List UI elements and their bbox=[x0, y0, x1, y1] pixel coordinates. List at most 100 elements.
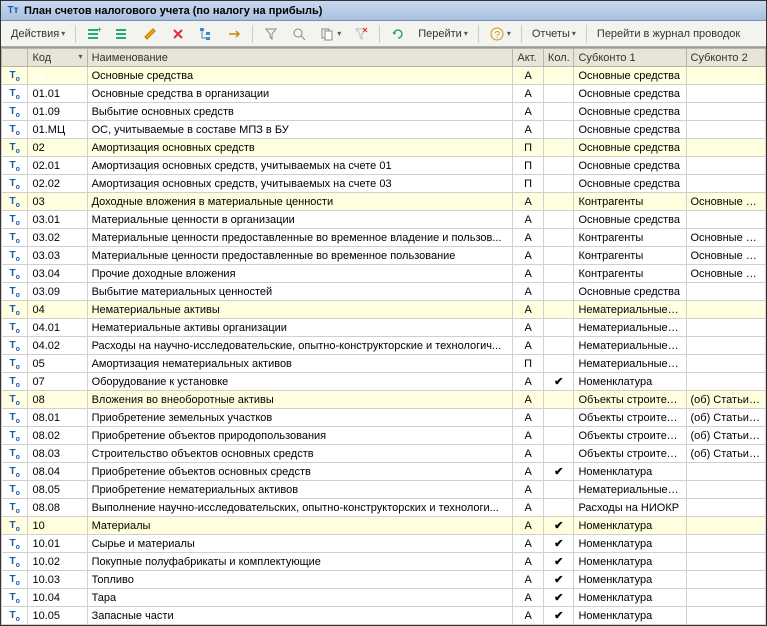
cell-act[interactable]: А bbox=[513, 589, 544, 607]
cell-sub1[interactable]: Номенклатура bbox=[574, 535, 686, 553]
edit-button[interactable] bbox=[137, 24, 163, 44]
cell-act[interactable]: А bbox=[513, 301, 544, 319]
cell-act[interactable]: А bbox=[513, 103, 544, 121]
filter-button[interactable] bbox=[258, 24, 284, 44]
cell-sub1[interactable]: Номенклатура bbox=[574, 373, 686, 391]
cell-sub1[interactable]: Номенклатура bbox=[574, 553, 686, 571]
table-row[interactable]: Tо02.02Амортизация основных средств, учи… bbox=[2, 175, 766, 193]
cell-name[interactable]: Приобретение объектов природопользования bbox=[87, 427, 513, 445]
cell-code[interactable]: 05 bbox=[28, 355, 87, 373]
table-row[interactable]: Tо01.01Основные средства в организацииАО… bbox=[2, 85, 766, 103]
cell-name[interactable]: Амортизация основных средств bbox=[87, 139, 513, 157]
cell-kol[interactable] bbox=[543, 481, 574, 499]
cell-act[interactable]: А bbox=[513, 571, 544, 589]
cell-act[interactable]: П bbox=[513, 175, 544, 193]
cell-sub1[interactable]: Контрагенты bbox=[574, 247, 686, 265]
cell-sub1[interactable]: Номенклатура bbox=[574, 589, 686, 607]
cell-kol[interactable] bbox=[543, 337, 574, 355]
cell-sub2[interactable]: Основные ср... bbox=[686, 229, 766, 247]
cell-code[interactable]: 08 bbox=[28, 391, 87, 409]
cell-kol[interactable] bbox=[543, 319, 574, 337]
table-row[interactable]: Tо03.01Материальные ценности в организац… bbox=[2, 211, 766, 229]
cell-kol[interactable] bbox=[543, 301, 574, 319]
cell-sub2[interactable] bbox=[686, 139, 766, 157]
cell-sub2[interactable] bbox=[686, 481, 766, 499]
cell-sub2[interactable] bbox=[686, 301, 766, 319]
cell-name[interactable]: Тара bbox=[87, 589, 513, 607]
cell-act[interactable]: А bbox=[513, 463, 544, 481]
cell-code[interactable]: 01.09 bbox=[28, 103, 87, 121]
cell-sub2[interactable]: (об) Статьи за... bbox=[686, 445, 766, 463]
help-button[interactable]: ?▾ bbox=[484, 24, 516, 44]
cell-act[interactable]: П bbox=[513, 355, 544, 373]
cell-sub1[interactable]: Основные средства bbox=[574, 283, 686, 301]
cell-code[interactable]: 03.09 bbox=[28, 283, 87, 301]
cell-kol[interactable] bbox=[543, 283, 574, 301]
cell-sub1[interactable]: Основные средства bbox=[574, 211, 686, 229]
cell-kol[interactable] bbox=[543, 193, 574, 211]
cell-act[interactable]: А bbox=[513, 67, 544, 85]
cell-code[interactable]: 02 bbox=[28, 139, 87, 157]
cell-code[interactable]: 10.06 bbox=[28, 625, 87, 626]
cell-sub1[interactable]: Объекты строитель... bbox=[574, 427, 686, 445]
cell-name[interactable]: Приобретение земельных участков bbox=[87, 409, 513, 427]
cell-name[interactable]: Оборудование к установке bbox=[87, 373, 513, 391]
cell-act[interactable]: А bbox=[513, 247, 544, 265]
cell-name[interactable]: Запасные части bbox=[87, 607, 513, 625]
table-row[interactable]: Tо01.09Выбытие основных средствАОсновные… bbox=[2, 103, 766, 121]
cell-kol[interactable] bbox=[543, 265, 574, 283]
cell-kol[interactable]: ✔ bbox=[543, 625, 574, 626]
cell-act[interactable]: А bbox=[513, 625, 544, 626]
cell-kol[interactable]: ✔ bbox=[543, 535, 574, 553]
cell-sub1[interactable]: Номенклатура bbox=[574, 625, 686, 626]
cell-sub2[interactable] bbox=[686, 607, 766, 625]
cell-sub2[interactable] bbox=[686, 157, 766, 175]
cell-name[interactable]: Покупные полуфабрикаты и комплектующие bbox=[87, 553, 513, 571]
cell-kol[interactable] bbox=[543, 211, 574, 229]
table-row[interactable]: Tо03Доходные вложения в материальные цен… bbox=[2, 193, 766, 211]
cell-kol[interactable]: ✔ bbox=[543, 553, 574, 571]
cell-code[interactable]: 01.МЦ bbox=[28, 121, 87, 139]
table-row[interactable]: Tо03.04Прочие доходные вложенияАКонтраге… bbox=[2, 265, 766, 283]
cell-name[interactable]: Выбытие материальных ценностей bbox=[87, 283, 513, 301]
cell-sub1[interactable]: Основные средства bbox=[574, 85, 686, 103]
actions-menu[interactable]: Действия ▾ bbox=[6, 24, 70, 44]
table-row[interactable]: Tо03.09Выбытие материальных ценностейАОс… bbox=[2, 283, 766, 301]
cell-code[interactable]: 04.02 bbox=[28, 337, 87, 355]
cell-name[interactable]: Сырье и материалы bbox=[87, 535, 513, 553]
refresh-button[interactable] bbox=[385, 24, 411, 44]
cell-code[interactable]: 03.02 bbox=[28, 229, 87, 247]
cell-name[interactable]: ОС, учитываемые в составе МПЗ в БУ bbox=[87, 121, 513, 139]
cell-sub1[interactable]: Нематериальные ак... bbox=[574, 481, 686, 499]
cell-act[interactable]: П bbox=[513, 157, 544, 175]
cell-code[interactable]: 04.01 bbox=[28, 319, 87, 337]
cell-sub2[interactable]: (об) Статьи за... bbox=[686, 427, 766, 445]
cell-sub1[interactable]: Номенклатура bbox=[574, 463, 686, 481]
table-row[interactable]: Tо01Основные средстваАОсновные средства bbox=[2, 67, 766, 85]
cell-kol[interactable] bbox=[543, 409, 574, 427]
cell-act[interactable]: А bbox=[513, 85, 544, 103]
cell-sub1[interactable]: Контрагенты bbox=[574, 229, 686, 247]
table-row[interactable]: Tо03.02Материальные ценности предоставле… bbox=[2, 229, 766, 247]
col-header-name[interactable]: Наименование bbox=[87, 49, 513, 67]
table-row[interactable]: Tо10.02Покупные полуфабрикаты и комплект… bbox=[2, 553, 766, 571]
cell-kol[interactable] bbox=[543, 391, 574, 409]
journal-link[interactable]: Перейти в журнал проводок bbox=[592, 24, 745, 44]
table-row[interactable]: Tо10.04ТараА✔Номенклатура bbox=[2, 589, 766, 607]
cell-name[interactable]: Материальные ценности в организации bbox=[87, 211, 513, 229]
table-row[interactable]: Tо08Вложения во внеоборотные активыАОбъе… bbox=[2, 391, 766, 409]
cell-name[interactable]: Вложения во внеоборотные активы bbox=[87, 391, 513, 409]
cell-sub1[interactable]: Объекты строитель... bbox=[574, 409, 686, 427]
cell-code[interactable]: 10.05 bbox=[28, 607, 87, 625]
cell-name[interactable]: Расходы на научно-исследовательские, опы… bbox=[87, 337, 513, 355]
cell-kol[interactable] bbox=[543, 121, 574, 139]
cell-name[interactable]: Материальные ценности предоставленные во… bbox=[87, 229, 513, 247]
table-row[interactable]: Tо02.01Амортизация основных средств, учи… bbox=[2, 157, 766, 175]
cell-sub1[interactable]: Основные средства bbox=[574, 103, 686, 121]
cell-kol[interactable]: ✔ bbox=[543, 373, 574, 391]
cell-kol[interactable] bbox=[543, 175, 574, 193]
cell-act[interactable]: А bbox=[513, 535, 544, 553]
cell-name[interactable]: Амортизация основных средств, учитываемы… bbox=[87, 175, 513, 193]
cell-act[interactable]: А bbox=[513, 373, 544, 391]
col-header-sub2[interactable]: Субконто 2 bbox=[686, 49, 766, 67]
